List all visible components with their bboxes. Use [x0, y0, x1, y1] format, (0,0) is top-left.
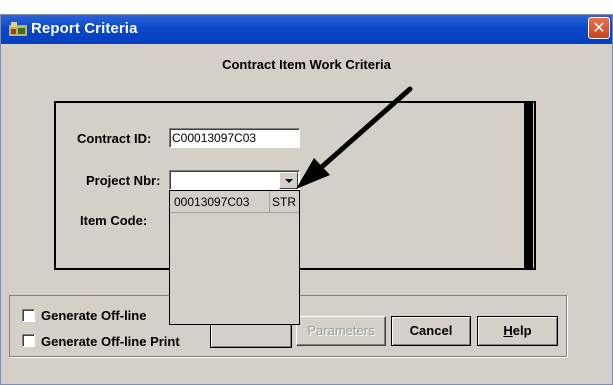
annotation-arrow-shaft: [313, 86, 413, 175]
annotation-arrow-icon: [296, 86, 413, 189]
